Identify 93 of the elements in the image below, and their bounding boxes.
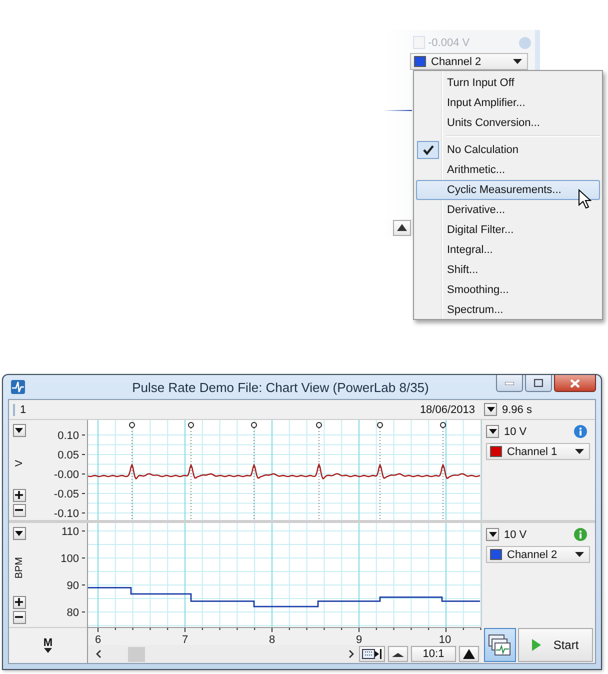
axis-tick-label: 100 (60, 553, 79, 565)
caret-icon (488, 429, 496, 434)
menu-item[interactable]: Derivative... (416, 200, 600, 220)
range-menu-button[interactable] (486, 528, 499, 541)
menu-item[interactable]: Shift... (416, 260, 600, 280)
event-marker[interactable] (188, 422, 194, 520)
channel-menu-button[interactable] (12, 424, 26, 437)
play-icon (532, 639, 542, 651)
range-menu-button[interactable] (486, 425, 499, 438)
axis-tick-label: 0.05 (58, 450, 79, 462)
menu-item[interactable]: Smoothing... (416, 280, 600, 300)
zoom-out-button[interactable] (12, 610, 26, 624)
caret-icon (44, 648, 52, 653)
start-button[interactable]: Start (518, 628, 593, 662)
axis-tick-label: 10 (438, 634, 452, 646)
axis-tick-label: 0.10 (58, 430, 79, 442)
zoom-ratio-label[interactable]: 10:1 (411, 646, 456, 662)
axis-tick-label: -0.10 (54, 508, 79, 520)
window-title: Pulse Rate Demo File: Chart View (PowerLab 8/35) (131, 380, 430, 394)
axis-tick-label: 8 (268, 634, 276, 646)
caret-icon (15, 428, 23, 433)
minimize-button[interactable] (496, 375, 523, 392)
block-label: 1 (13, 404, 26, 416)
menu-item[interactable]: Arithmetic... (416, 160, 600, 180)
mountain-icon (463, 649, 475, 659)
event-marker[interactable] (129, 422, 135, 520)
mouse-pointer-icon (578, 189, 592, 209)
menu-item[interactable]: Cyclic Measurements... (416, 180, 600, 200)
caret-icon (575, 449, 584, 454)
chevron-right-icon (348, 650, 354, 658)
caret-icon (513, 59, 522, 64)
info-icon[interactable] (574, 425, 587, 438)
info-icon[interactable] (574, 528, 587, 541)
axis-tick-label: 90 (66, 580, 79, 592)
zoom-in-button[interactable] (12, 596, 26, 609)
axis-tick-label: -0.05 (54, 488, 79, 500)
caret-icon (15, 531, 23, 536)
event-marker[interactable] (377, 422, 383, 520)
scroll-thumb[interactable] (128, 646, 145, 662)
menu-item[interactable]: Units Conversion... (416, 113, 600, 133)
event-marker[interactable] (316, 422, 322, 520)
menu-item[interactable]: Integral... (416, 240, 600, 260)
axis-tick-label: -0.00 (54, 469, 79, 481)
minimize-icon (505, 382, 514, 384)
plus-icon (15, 598, 23, 606)
marker-button[interactable]: M (43, 638, 53, 653)
menu-item[interactable]: Spectrum... (416, 300, 600, 320)
unit-label: V (14, 460, 24, 466)
duration-label: 9.96 s (502, 404, 532, 416)
unit-label: BPM (14, 557, 24, 579)
expand-button[interactable] (459, 646, 479, 662)
compress-button[interactable] (388, 646, 408, 662)
maximize-button[interactable] (525, 375, 552, 392)
chart-pages-icon (488, 633, 512, 657)
event-marker[interactable] (251, 422, 257, 520)
mountain-icon (397, 224, 407, 231)
view-toggle-button[interactable] (484, 628, 516, 662)
axis-tick-label: 6 (94, 634, 102, 646)
zoom-out-button[interactable] (12, 504, 26, 517)
channel-select[interactable]: Channel 1 (486, 443, 590, 460)
menu-item[interactable]: No Calculation (416, 140, 600, 160)
axis-tick-label: 9 (356, 634, 362, 646)
range-label: 10 V (504, 528, 527, 540)
fit-view-icon (362, 649, 382, 659)
zoom-in-button[interactable] (12, 488, 26, 502)
zoom-button[interactable] (393, 220, 411, 236)
fit-view-button[interactable] (359, 646, 385, 662)
app-icon (11, 380, 25, 394)
axis-tick-label: 7 (182, 634, 188, 646)
channel-select[interactable]: Channel 2 (410, 53, 528, 70)
caret-icon (575, 552, 584, 557)
axis-tick-label: 80 (66, 607, 79, 619)
caret-icon (486, 407, 494, 412)
channel-menu-button[interactable] (12, 527, 26, 540)
event-marker[interactable] (440, 422, 446, 520)
axis-tick-label: 110 (61, 526, 79, 538)
maximize-icon (534, 379, 543, 387)
menu-item[interactable]: Input Amplifier... (416, 93, 600, 113)
chevron-left-icon (96, 650, 100, 658)
scroll-right-button[interactable] (346, 650, 356, 658)
range-label: 10 V (504, 426, 527, 438)
mountain-icon (392, 652, 404, 656)
date-label: 18/06/2013 (420, 404, 475, 416)
plus-icon (15, 491, 23, 500)
close-button[interactable] (554, 375, 596, 392)
menu-item[interactable]: Digital Filter... (416, 220, 600, 240)
reading-value: -0.004 V (428, 36, 471, 48)
caret-icon (488, 532, 496, 537)
channel-select[interactable]: Channel 2 (486, 546, 590, 563)
close-icon (570, 378, 580, 388)
check-icon (422, 145, 434, 155)
duration-menu-button[interactable] (484, 403, 497, 416)
menu-item[interactable]: Turn Input Off (416, 73, 600, 93)
